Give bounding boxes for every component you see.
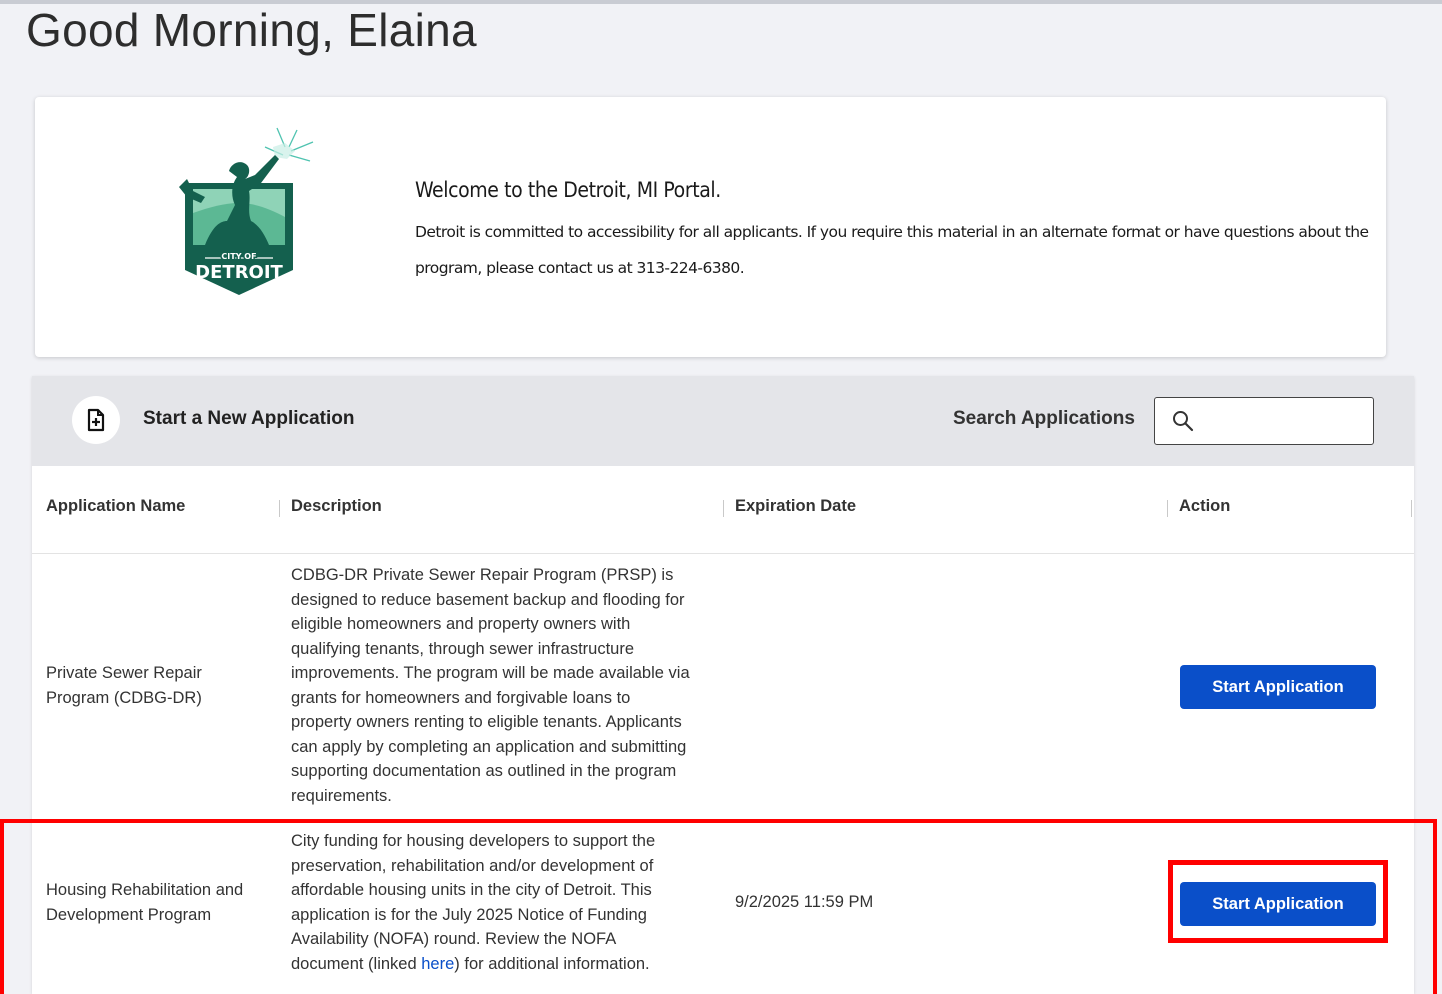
application-name: Private Sewer Repair Program (CDBG-DR) [46,664,202,707]
logo-city-of-text: CITY OF [221,252,256,261]
column-divider[interactable] [279,500,280,517]
row-divider [32,553,1414,554]
column-divider[interactable] [723,500,724,517]
logo-detroit-text: DETROIT [195,262,283,283]
column-divider[interactable] [1167,500,1168,517]
column-header-description[interactable]: Description [291,497,382,516]
city-of-detroit-logo: CITY OF DETROIT [179,127,314,295]
welcome-title: Welcome to the Detroit, MI Portal. [415,178,721,202]
application-description: CDBG-DR Private Sewer Repair Program (PR… [291,566,690,805]
highlight-button-box [1168,860,1388,943]
search-applications-label: Search Applications [953,408,1135,429]
column-header-expiration-date[interactable]: Expiration Date [735,497,856,516]
search-box[interactable] [1154,397,1374,445]
greeting-heading: Good Morning, Elaina [26,4,477,56]
file-plus-icon [87,408,105,432]
column-header-action: Action [1179,497,1231,515]
new-application-label[interactable]: Start a New Application [143,408,355,430]
new-application-button[interactable] [72,396,120,444]
search-icon [1173,411,1194,432]
column-header-application-name[interactable]: Application Name [46,497,185,516]
welcome-text: Detroit is committed to accessibility fo… [415,223,1369,277]
start-application-button[interactable]: Start Application [1180,665,1376,709]
search-input[interactable] [1203,406,1363,436]
column-divider[interactable] [1411,500,1412,517]
